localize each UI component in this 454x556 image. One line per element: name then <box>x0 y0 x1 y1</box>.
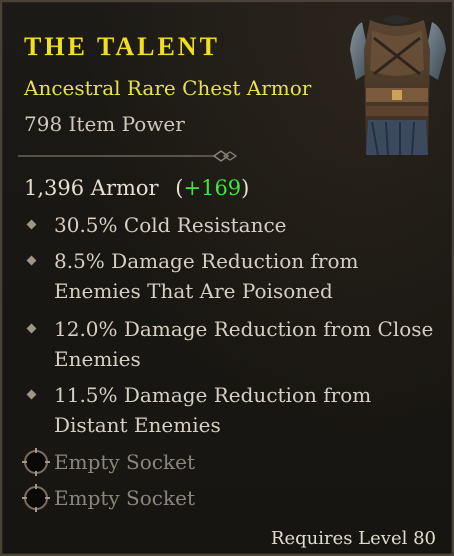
empty-socket-icon <box>22 484 50 512</box>
item-name: THE TALENT <box>24 32 220 61</box>
armor-bonus: (+169) <box>175 176 250 200</box>
empty-socket-icon <box>22 448 50 476</box>
affix-bullet-icon <box>26 323 37 334</box>
level-requirement: Requires Level 80 <box>270 528 436 549</box>
affix-bullet-icon <box>26 219 37 230</box>
section-divider <box>18 150 238 162</box>
socket-label: Empty Socket <box>54 486 195 510</box>
affix-line: 11.5% Damage Reduction from Distant Enem… <box>26 380 438 440</box>
affix-line: 8.5% Damage Reduction from Enemies That … <box>26 246 438 306</box>
item-tooltip: THE TALENT Ancestral Rare Chest Armor 79… <box>0 0 454 556</box>
armor-value: 1,396 Armor <box>24 176 159 200</box>
affix-bullet-icon <box>26 389 37 400</box>
affix-bullet-icon <box>26 255 37 266</box>
chest-armor-icon <box>350 15 446 156</box>
affix-line: 12.0% Damage Reduction from Close Enemie… <box>26 314 438 374</box>
item-type-line: Ancestral Rare Chest Armor <box>24 76 312 100</box>
item-power: 798 Item Power <box>24 112 185 136</box>
socket-label: Empty Socket <box>54 450 195 474</box>
armor-stat: 1,396 Armor (+169) <box>24 176 249 200</box>
affix-line: 30.5% Cold Resistance <box>26 210 438 240</box>
